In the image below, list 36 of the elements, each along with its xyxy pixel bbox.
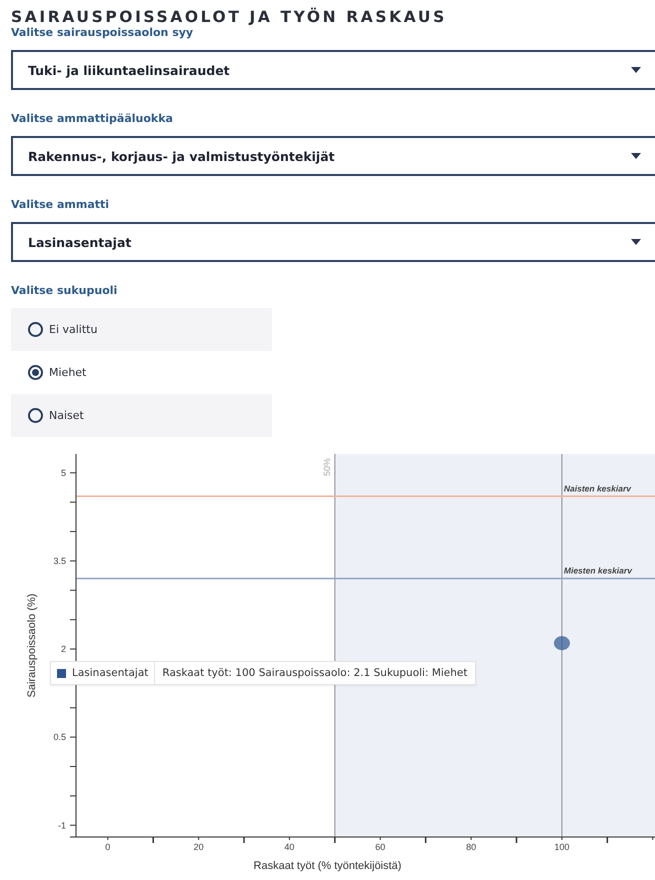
reference-label: 50%: [322, 458, 332, 476]
tick-label: 80: [466, 842, 476, 852]
data-point[interactable]: [554, 636, 570, 650]
tick-label: 20: [194, 842, 204, 852]
tick-label: 0.5: [53, 732, 66, 742]
caret-icon: [631, 239, 641, 245]
radio-button[interactable]: [28, 408, 43, 423]
tick-label: 3.5: [53, 556, 66, 566]
tick-label: 100: [554, 842, 570, 852]
average-label: Naisten keskiarv: [564, 483, 632, 494]
axis-title: Raskaat työt (% työntekijöistä): [254, 860, 402, 872]
page-title: SAIRAUSPOISSAOLOT JA TYÖN RASKAUS: [10, 6, 448, 26]
dropdown[interactable]: Rakennus-, korjaus- ja valmistustyöntekijät: [11, 136, 655, 176]
radio-button[interactable]: [28, 322, 43, 337]
caret-icon: [631, 67, 641, 73]
tick-label: 2: [60, 644, 66, 654]
radio-button[interactable]: [28, 365, 43, 380]
caret-icon: [631, 153, 641, 159]
dropdown[interactable]: Tuki- ja liikuntaelinsairaudet: [11, 50, 655, 90]
dropdown[interactable]: Lasinasentajat: [11, 222, 655, 262]
series-name: Lasinasentajat: [72, 667, 148, 679]
tick-label: 5: [60, 468, 66, 478]
field-label: Valitse ammattipääluokka: [10, 111, 174, 126]
tick-label: -1: [58, 820, 66, 830]
tick-label: 0: [105, 842, 110, 852]
tick-label: 40: [284, 842, 294, 852]
radio-option[interactable]: Naiset: [11, 394, 272, 437]
field-label: Valitse ammatti: [10, 197, 110, 212]
average-label: Miesten keskiarv: [564, 566, 632, 576]
tooltip-text: Raskaat työt: 100 Sairauspoissaolo: 2.1 Sukupuoli: Miehet: [161, 666, 468, 681]
radio-option[interactable]: Ei valittu: [11, 308, 272, 351]
axis-title: Sairauspoissaolo (%): [26, 594, 38, 698]
field-label: Valitse sairauspoissaolon syy: [10, 26, 194, 40]
tick-label: 60: [375, 842, 386, 852]
radio-option[interactable]: Miehet: [11, 351, 272, 394]
field-label: Valitse sukupuoli: [10, 283, 118, 298]
